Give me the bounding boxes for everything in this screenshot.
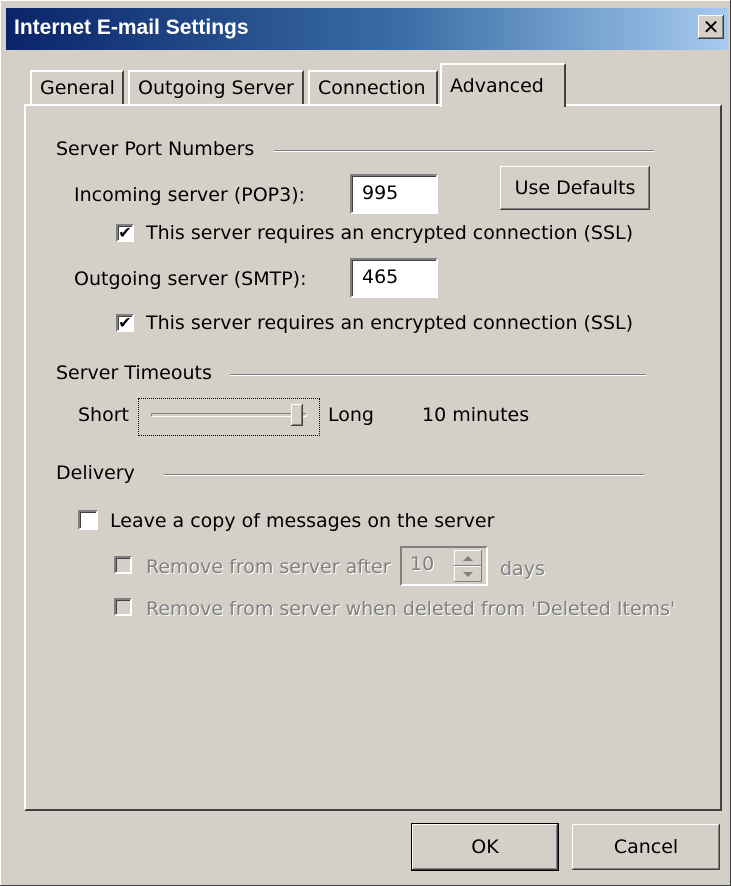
window-title: Internet E-mail Settings [14,16,249,39]
use-defaults-label: Use Defaults [514,177,636,199]
tab-label: Outgoing Server [138,77,294,99]
outgoing-port-input[interactable]: 465 [350,258,438,298]
tab-general[interactable]: General [30,70,124,104]
group-divider [274,150,654,152]
server-timeouts-group-label: Server Timeouts [56,362,212,384]
title-bar[interactable]: Internet E-mail Settings ✕ [6,8,728,50]
tab-connection[interactable]: Connection [308,70,438,104]
tab-label: Connection [318,77,426,99]
arrow-up-icon [463,555,473,561]
ok-button[interactable]: OK [411,823,559,871]
close-icon: ✕ [702,15,720,39]
delivery-group-label: Delivery [56,462,135,484]
timeout-slider[interactable] [138,398,320,436]
incoming-ssl-label: This server requires an encrypted connec… [146,222,634,244]
remove-after-label: Remove from server after [146,556,391,578]
incoming-server-label: Incoming server (POP3): [74,184,306,206]
advanced-panel: Server Port Numbers Incoming server (POP… [24,104,722,811]
remove-after-checkbox[interactable] [114,556,132,574]
tab-advanced[interactable]: Advanced [440,63,566,107]
slider-long-label: Long [328,404,374,426]
dialog-window: Internet E-mail Settings ✕ General Outgo… [0,0,731,886]
spin-up-button[interactable] [454,550,482,566]
server-ports-group-label: Server Port Numbers [56,138,255,160]
remove-deleted-label: Remove from server when deleted from 'De… [146,598,676,620]
cancel-label: Cancel [613,836,679,858]
tab-outgoing-server[interactable]: Outgoing Server [128,70,304,104]
close-button[interactable]: ✕ [698,15,724,39]
days-label: days [500,558,545,580]
slider-short-label: Short [78,404,129,426]
leave-copy-checkbox[interactable] [78,510,98,530]
incoming-port-input[interactable]: 995 [350,174,438,214]
arrow-down-icon [463,571,473,577]
incoming-ssl-checkbox[interactable]: ✔ [116,224,134,242]
outgoing-ssl-label: This server requires an encrypted connec… [146,312,634,334]
check-icon: ✔ [118,313,132,332]
slider-track [151,413,307,417]
tab-label: Advanced [450,75,544,97]
ok-label: OK [471,836,499,858]
cancel-button[interactable]: Cancel [572,824,720,870]
remove-deleted-checkbox[interactable] [114,598,132,616]
group-divider [164,474,644,476]
outgoing-ssl-checkbox[interactable]: ✔ [116,314,134,332]
remove-after-days-spinner[interactable]: 10 [400,546,488,586]
remove-after-days-value: 10 [410,553,435,575]
slider-thumb[interactable] [291,404,303,426]
leave-copy-label: Leave a copy of messages on the server [110,510,495,532]
spin-down-button[interactable] [454,566,482,582]
timeout-value: 10 minutes [422,404,530,426]
check-icon: ✔ [118,223,132,242]
group-divider [230,374,646,376]
outgoing-server-label: Outgoing server (SMTP): [74,268,307,290]
use-defaults-button[interactable]: Use Defaults [500,166,650,210]
tab-label: General [40,77,115,99]
